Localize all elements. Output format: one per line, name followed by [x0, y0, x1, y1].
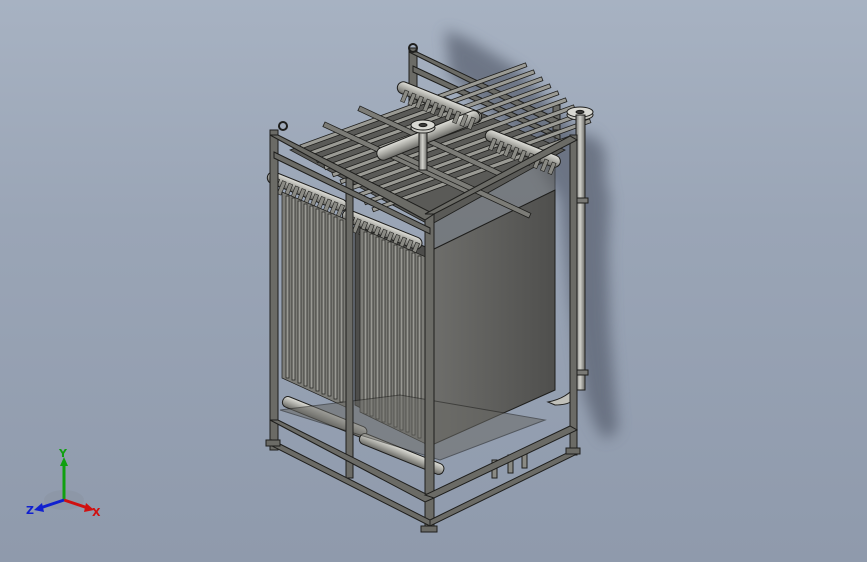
z-axis-head: [34, 503, 44, 512]
graphics-viewport[interactable]: Y X Z: [0, 0, 867, 562]
membrane-cassette-left: [281, 191, 353, 411]
z-axis-label: Z: [26, 504, 34, 517]
membrane-module-3d-model[interactable]: [0, 0, 867, 562]
x-axis-label: X: [92, 506, 101, 519]
y-axis-label: Y: [58, 448, 68, 460]
view-orientation-triad[interactable]: Y X Z: [26, 448, 106, 524]
